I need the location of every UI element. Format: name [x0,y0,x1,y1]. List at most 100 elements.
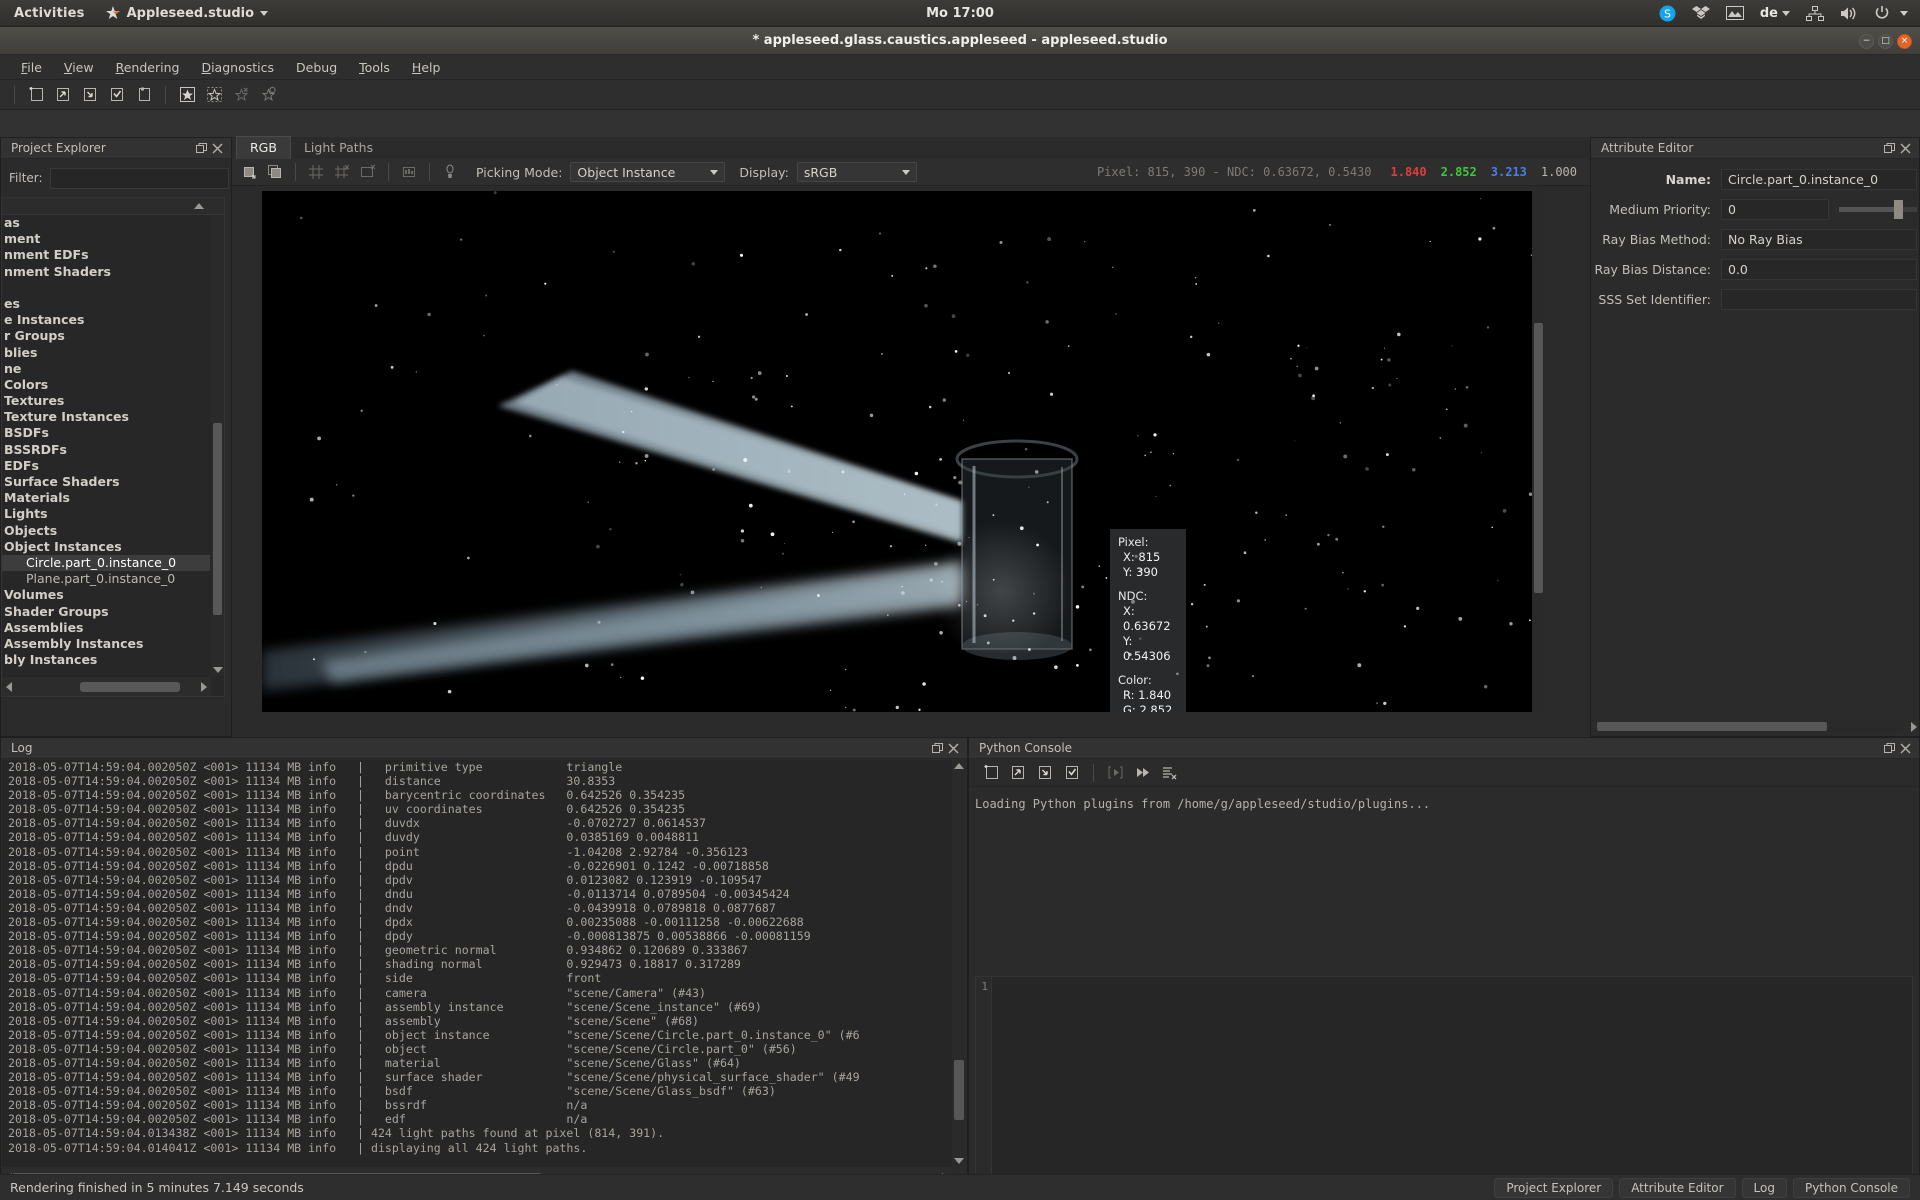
tree-item[interactable]: Assemblies [2,620,210,636]
tree-item-selected[interactable]: Circle.part_0.instance_0 [2,554,210,572]
tree-item[interactable]: BSSRDFs [2,442,210,458]
dropbox-icon[interactable] [1691,5,1710,21]
status-button-log[interactable]: Log [1741,1177,1787,1198]
start-render-icon[interactable] [175,84,199,106]
tree-item[interactable]: Object Instances [2,539,210,555]
tree-item[interactable]: ment [2,231,210,247]
tree-vertical-scroll-thumb[interactable] [213,423,222,615]
menu-rendering[interactable]: Rendering [107,57,189,78]
menu-view[interactable]: View [55,57,103,78]
activities-button[interactable]: Activities [0,6,97,21]
scene-tree-rows[interactable]: as ment nment EDFs nment Shaders es e Instanc… [2,215,210,676]
float-panel-icon[interactable] [1881,140,1897,156]
save-frame-icon[interactable] [132,84,156,106]
tree-item[interactable]: bly Instances [2,652,210,668]
chevron-up-icon[interactable] [954,763,964,769]
float-panel-icon[interactable] [1881,740,1897,756]
viewport-vertical-scrollbar[interactable] [1532,191,1544,712]
tree-item[interactable]: Textures [2,393,210,409]
stop-render-icon[interactable] [229,84,253,106]
status-button-attribute-editor[interactable]: Attribute Editor [1619,1177,1736,1198]
execute-selection-icon[interactable] [1103,762,1127,784]
attribute-value-sss-set-identifier[interactable] [1721,289,1917,310]
menu-file[interactable]: File [12,57,51,78]
float-panel-icon[interactable] [929,740,945,756]
maximize-button[interactable]: □ [1878,33,1893,49]
menu-diagnostics[interactable]: Diagnostics [192,57,283,78]
medium-priority-slider[interactable] [1839,199,1917,220]
open-project-icon[interactable] [51,84,75,106]
tab-light-paths[interactable]: Light Paths [291,137,386,159]
picking-mode-select[interactable]: Object Instance [570,162,726,182]
volume-icon[interactable] [1840,6,1858,21]
log-vertical-scroll-thumb[interactable] [954,1060,964,1120]
new-file-icon[interactable] [979,762,1003,784]
keyboard-layout-icon[interactable]: de [1760,6,1790,21]
chevron-right-icon[interactable] [1911,722,1917,732]
tree-item[interactable]: es [2,296,210,312]
display-select[interactable]: sRGB [796,162,917,182]
tree-horizontal-scrollbar[interactable] [2,677,211,696]
save-all-aovs-icon[interactable] [263,161,287,183]
status-button-project-explorer[interactable]: Project Explorer [1494,1177,1614,1198]
log-output[interactable]: 2018-05-07T14:59:04.002050Z <001> 11134 … [2,760,966,1167]
chevron-right-icon[interactable] [201,681,207,692]
tree-item[interactable]: EDFs [2,458,210,474]
reload-project-icon[interactable] [105,84,129,106]
close-icon[interactable] [1897,140,1913,156]
network-icon[interactable] [1806,5,1824,21]
tree-item[interactable]: Plane.part_0.instance_0 [2,571,210,587]
status-button-python-console[interactable]: Python Console [1792,1177,1910,1198]
close-icon[interactable] [209,140,225,156]
clear-render-region-icon[interactable] [330,161,354,183]
save-project-icon[interactable] [78,84,102,106]
chevron-down-icon[interactable] [954,1158,964,1164]
execute-all-icon[interactable] [1130,762,1154,784]
slider-handle[interactable] [1893,200,1903,219]
clear-output-icon[interactable] [1157,762,1181,784]
tree-item[interactable]: r Groups [2,328,210,344]
attribute-value-name[interactable]: Circle.part_0.instance_0 [1721,169,1917,190]
menu-debug[interactable]: Debug [287,57,346,78]
tree-item[interactable]: ne [2,361,210,377]
tree-item[interactable]: Colors [2,377,210,393]
close-icon[interactable] [1897,740,1913,756]
menu-help[interactable]: Help [403,57,450,78]
attribute-editor-scroll-thumb[interactable] [1597,722,1827,731]
tree-item[interactable] [2,280,210,296]
chevron-left-icon[interactable] [6,681,12,692]
menu-tools[interactable]: Tools [350,57,399,78]
render-settings-icon[interactable] [256,84,280,106]
light-paths-icon[interactable] [438,161,462,183]
reset-zoom-icon[interactable] [356,161,380,183]
tree-item[interactable]: Volumes [2,587,210,603]
tab-rgb[interactable]: RGB [236,136,291,159]
screenshot-icon[interactable] [1725,6,1744,20]
tree-item[interactable]: BSDFs [2,425,210,441]
tree-item[interactable]: Shader Groups [2,604,210,620]
tree-vertical-scrollbar[interactable] [211,215,224,676]
close-button[interactable]: × [1897,33,1912,49]
render-viewport[interactable]: Pixel: X: 815 Y: 390 NDC: X: 0.63672 Y: … [262,191,1543,712]
float-panel-icon[interactable] [193,140,209,156]
gnome-clock[interactable]: Mo 17:00 [0,6,1920,21]
start-interactive-render-icon[interactable] [202,84,226,106]
filter-input[interactable] [49,167,229,189]
tree-scroll-up-area[interactable] [2,198,224,215]
new-project-icon[interactable] [24,84,48,106]
open-file-icon[interactable] [1006,762,1030,784]
tree-item[interactable]: nment Shaders [2,264,210,280]
tree-item[interactable]: Materials [2,490,210,506]
display-stats-icon[interactable] [397,161,421,183]
python-console-editor[interactable]: 1 [975,976,1913,1180]
tree-item[interactable]: Assembly Instances [2,636,210,652]
tree-item[interactable]: Lights [2,506,210,522]
power-icon[interactable] [1874,5,1908,21]
app-menu-button[interactable]: Appleseed.studio [97,5,276,21]
log-vertical-scrollbar[interactable] [952,760,966,1167]
tree-item[interactable]: Surface Shaders [2,474,210,490]
tree-item[interactable]: e Instances [2,312,210,328]
attribute-value-medium-priority[interactable]: 0 [1721,199,1829,220]
tree-item[interactable]: blies [2,345,210,361]
save-file-icon[interactable] [1033,762,1057,784]
